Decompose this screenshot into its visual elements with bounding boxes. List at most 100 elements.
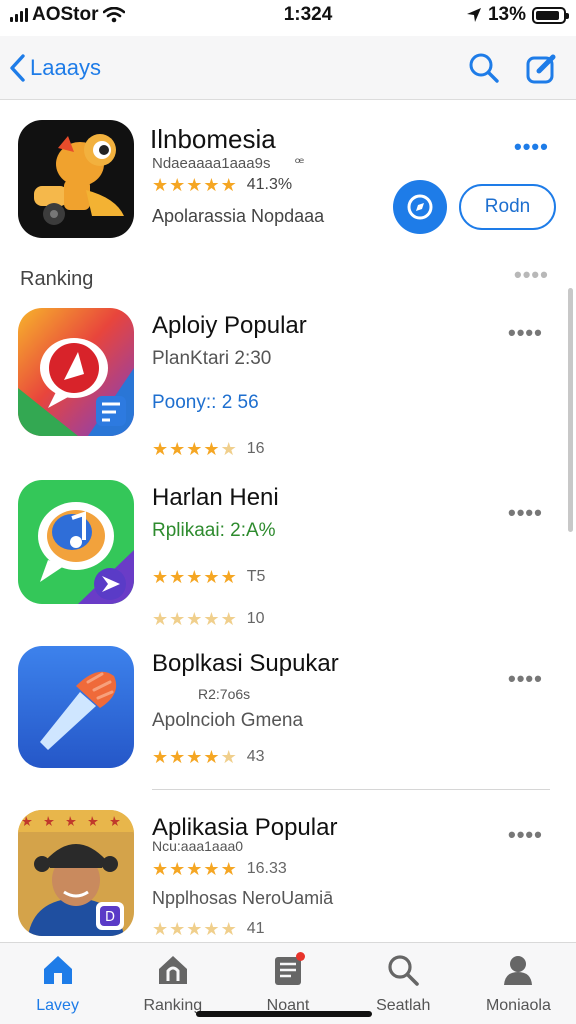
search-icon: [384, 951, 422, 989]
star-icon: ★: [169, 609, 186, 629]
star-icon: ★: [152, 175, 169, 195]
star-icon: ★: [169, 747, 186, 767]
star-icon: ★: [220, 919, 237, 939]
section-more-button[interactable]: ••••: [514, 262, 549, 288]
divider: [152, 789, 550, 790]
star-icon: ★: [152, 439, 169, 459]
star-icon: ★: [169, 859, 186, 879]
more-button[interactable]: ••••: [508, 320, 543, 346]
star-icon: ★: [186, 747, 203, 767]
star-icon: ★: [169, 439, 186, 459]
rating-count: 16: [246, 440, 265, 457]
featured-subtitle-mark: ꟹ: [294, 155, 305, 172]
star-icon: ★: [203, 609, 220, 629]
chevron-left-icon: [10, 53, 25, 82]
app-subtitle: Rplikaai: 2:A%: [152, 520, 276, 541]
app-version: R2:7o6s: [198, 686, 251, 702]
app-subtitle: Npplhosas NeroUamiā: [152, 888, 334, 908]
star-icon: ★: [220, 439, 237, 459]
status-bar: AOStor 1:324 13%: [0, 0, 576, 30]
compose-button[interactable]: [522, 48, 562, 88]
navigation-bar: Laaays: [0, 36, 576, 100]
list-item[interactable]: Aploiy Popular PlanKtari 2:30 Poony:: 2 …: [18, 308, 558, 458]
app-icon[interactable]: [18, 646, 134, 768]
star-icon: ★: [203, 439, 220, 459]
star-icon: ★: [152, 609, 169, 629]
search-button[interactable]: [464, 48, 504, 88]
more-button[interactable]: ••••: [508, 666, 543, 692]
featured-app[interactable]: Ilnbomesia Ndaeaaaa1aaa9s ꟹ ★ ★ ★ ★ ★ 41.3% …: [18, 120, 558, 242]
featured-app-title: Ilnbomesia: [150, 124, 276, 154]
featured-rating-value: 41.3%: [246, 176, 293, 193]
share-button[interactable]: [393, 180, 447, 234]
back-button[interactable]: Laaays: [8, 53, 101, 83]
open-button[interactable]: Rodn: [459, 184, 556, 230]
tab-label: Seatlah: [376, 997, 431, 1014]
star-rating: ★ ★ ★ ★ ★: [152, 920, 237, 938]
location-arrow-icon: [466, 8, 481, 22]
home-indicator[interactable]: [196, 1011, 372, 1017]
scrollbar[interactable]: [568, 288, 573, 532]
star-icon: ★: [186, 175, 203, 195]
list-item[interactable]: D Aplikasia Popular Ncu:aaa1aaa0 ★ ★ ★ ★ ★ 1…: [18, 810, 558, 938]
rating-value: 16.33: [246, 860, 287, 877]
star-rating: ★ ★ ★ ★ ★: [152, 568, 237, 586]
star-icon: ★: [186, 439, 203, 459]
star-rating: ★ ★ ★ ★ ★: [152, 860, 237, 878]
star-icon: ★: [186, 919, 203, 939]
star-icon: ★: [220, 747, 237, 767]
star-icon: ★: [203, 175, 220, 195]
star-icon: ★: [186, 609, 203, 629]
featured-rating: ★ ★ ★ ★ ★ 41.3%: [152, 176, 292, 194]
tab-home[interactable]: Lavey: [0, 943, 115, 1024]
star-rating: ★ ★ ★ ★ ★: [152, 610, 237, 628]
app-icon[interactable]: [18, 308, 134, 436]
star-icon: ★: [152, 747, 169, 767]
list-item[interactable]: Harlan Heni Rplikaai: 2:A% ★ ★ ★ ★ ★ T5 ★ ★ ★ ★…: [18, 480, 558, 628]
star-icon: ★: [169, 175, 186, 195]
star-icon: ★: [152, 859, 169, 879]
star-icon: ★: [186, 567, 203, 587]
star-rating: ★ ★ ★ ★ ★: [152, 440, 237, 458]
rating-count: 43: [246, 748, 265, 765]
app-title: Harlan Heni: [152, 484, 279, 511]
battery-percent: 13%: [487, 4, 526, 25]
featured-app-icon[interactable]: [18, 120, 134, 238]
ranking-icon: [154, 951, 192, 989]
more-button[interactable]: ••••: [508, 822, 543, 848]
news-icon: [269, 951, 307, 989]
tab-label: Lavey: [36, 997, 79, 1014]
featured-app-subtitle: Ndaeaaaa1aaa9s ꟹ: [152, 154, 304, 172]
app-rating: ★ ★ ★ ★ ★ 43: [152, 748, 265, 766]
app-meta: Poony:: 2 56: [152, 392, 259, 413]
back-label: Laaays: [30, 54, 101, 80]
star-rating: ★ ★ ★ ★ ★: [152, 748, 237, 766]
app-icon[interactable]: D: [18, 810, 134, 936]
star-icon: ★: [186, 859, 203, 879]
tab-profile[interactable]: Moniaola: [461, 943, 576, 1024]
wifi-icon: [102, 7, 125, 23]
app-rating-secondary: ★ ★ ★ ★ ★ 10: [152, 610, 265, 628]
app-title: Aploiy Popular: [152, 312, 307, 339]
svg-text:D: D: [105, 910, 115, 925]
star-icon: ★: [203, 747, 220, 767]
star-icon: ★: [169, 919, 186, 939]
app-rating: ★ ★ ★ ★ ★ 16: [152, 440, 265, 458]
star-icon: ★: [169, 567, 186, 587]
rating-count: 10: [246, 610, 265, 627]
app-rating: ★ ★ ★ ★ ★ T5: [152, 568, 265, 586]
more-button[interactable]: ••••: [508, 500, 543, 526]
compose-icon: [526, 54, 556, 83]
clock: 1:324: [283, 4, 333, 25]
battery-icon: [532, 6, 569, 24]
app-title: Boplkasi Supukar: [152, 650, 339, 677]
star-icon: ★: [220, 567, 237, 587]
featured-app-description: Apolarassia Nopdaaa: [152, 206, 325, 226]
tab-label: Moniaola: [485, 997, 551, 1014]
app-subtitle: Apolncioh Gmena: [152, 710, 304, 731]
app-icon[interactable]: [18, 480, 134, 604]
star-icon: ★: [220, 609, 237, 629]
featured-more-button[interactable]: ••••: [514, 134, 549, 160]
list-item[interactable]: Boplkasi Supukar R2:7o6s Apolncioh Gmena…: [18, 646, 558, 774]
carrier-label: AOStor: [32, 4, 99, 25]
